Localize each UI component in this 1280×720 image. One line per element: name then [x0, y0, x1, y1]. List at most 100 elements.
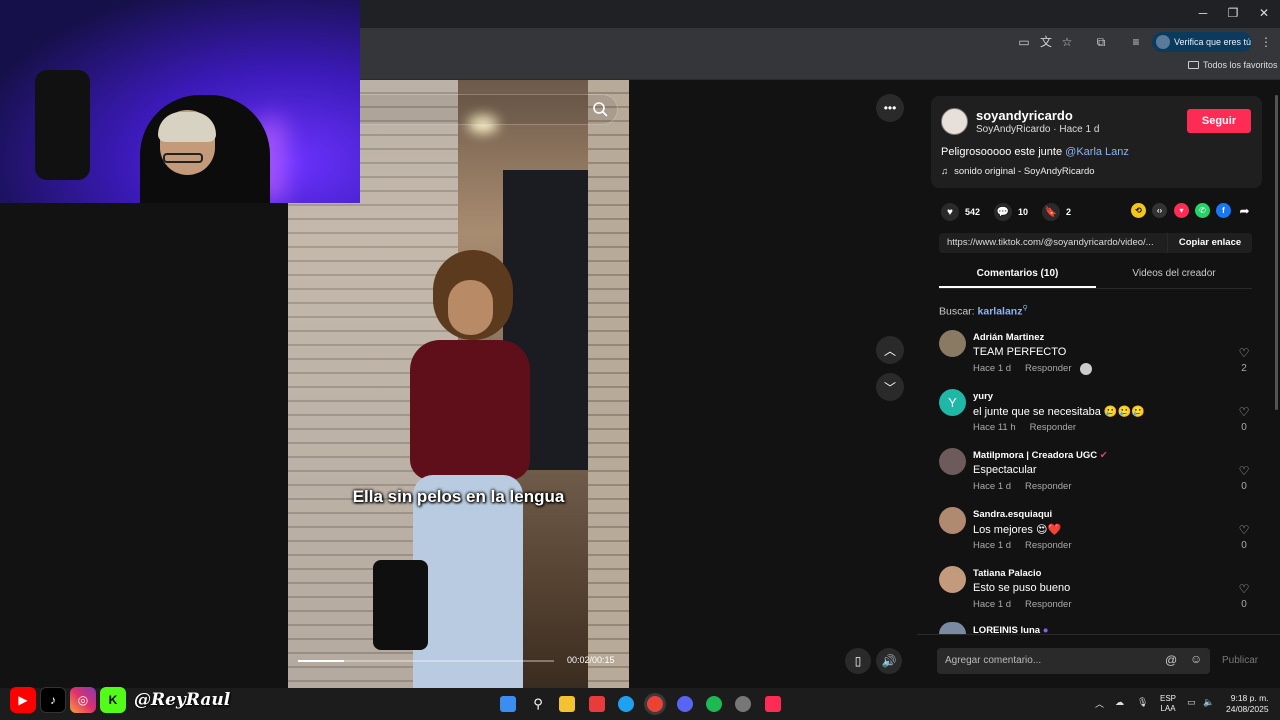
- video-progress-fill: [298, 660, 345, 662]
- comment-author[interactable]: Matilpmora | Creadora UGC ✔: [973, 450, 1108, 461]
- creator-avatar[interactable]: [941, 108, 968, 135]
- volume-button[interactable]: 🔊: [876, 648, 902, 674]
- reply-button[interactable]: Responder: [1025, 363, 1071, 374]
- microphone-icon[interactable]: 🎙: [1137, 697, 1148, 708]
- comment-count: 10: [1018, 207, 1029, 217]
- copy-link-button[interactable]: Copiar enlace: [1167, 233, 1252, 253]
- post-comment-button[interactable]: Publicar: [1222, 655, 1258, 666]
- search-taskbar-icon[interactable]: ⚲: [530, 696, 546, 712]
- comment-text: Esto se puso bueno: [973, 582, 1071, 594]
- embed-icon[interactable]: ‹›: [1152, 203, 1167, 218]
- like-stat[interactable]: ♥ 542: [941, 203, 980, 221]
- search-icon[interactable]: [592, 101, 608, 117]
- language-indicator[interactable]: ESP LAA: [1160, 694, 1176, 714]
- menu-dots-icon[interactable]: ⋮: [1257, 33, 1275, 51]
- comment-avatar[interactable]: [939, 507, 966, 534]
- comment-meta: Hace 1 d Responder: [973, 540, 1072, 551]
- comment-time: Hace 1 d: [973, 481, 1012, 492]
- network-tray-icon[interactable]: ☁: [1115, 697, 1124, 708]
- comment-author[interactable]: LOREINIS luna ●: [973, 622, 1048, 634]
- comment-author[interactable]: Adrián Martinez: [973, 332, 1044, 343]
- verify-label: Verifica que eres tú: [1174, 37, 1252, 47]
- app-gray-icon[interactable]: [735, 696, 751, 712]
- comment-text: el junte que se necesitaba 🥲🥲🥲: [973, 406, 1145, 418]
- description-text: Peligrosooooo este junte: [941, 146, 1066, 158]
- comment-author[interactable]: Tatiana Palacio: [973, 568, 1041, 579]
- description-mention[interactable]: @Karla Lanz: [1065, 146, 1129, 158]
- comment-like-icon[interactable]: ♡: [1237, 524, 1251, 536]
- comment-like-icon[interactable]: ♡: [1237, 406, 1251, 418]
- whatsapp-icon[interactable]: ✆: [1195, 203, 1210, 218]
- comment-author-name: LOREINIS luna: [973, 625, 1041, 634]
- search-keyword[interactable]: karlalanz: [978, 306, 1023, 318]
- tab-creator-videos[interactable]: Videos del creador: [1096, 268, 1252, 279]
- minimize-button[interactable]: ─: [1188, 4, 1218, 22]
- share-link-url[interactable]: https://www.tiktok.com/@soyandyricardo/v…: [947, 237, 1162, 248]
- taskbar-clock[interactable]: 9:18 p. m. 24/08/2025: [1226, 693, 1269, 715]
- reply-button[interactable]: Responder: [1025, 540, 1071, 551]
- follow-button[interactable]: Seguir: [1187, 109, 1251, 133]
- tray-overflow-icon[interactable]: ︿: [1095, 697, 1104, 710]
- facebook-icon[interactable]: f: [1216, 203, 1231, 218]
- comment-like-icon[interactable]: ♡: [1237, 465, 1251, 477]
- comment-avatar[interactable]: [939, 448, 966, 475]
- chrome-icon[interactable]: [647, 696, 663, 712]
- creator-username[interactable]: soyandyricardo: [976, 108, 1073, 123]
- like-count: 542: [965, 207, 981, 217]
- reading-list-icon[interactable]: ≡: [1127, 33, 1145, 51]
- edge-icon[interactable]: [618, 696, 634, 712]
- windows-start-icon[interactable]: [500, 696, 516, 712]
- comment-like-icon[interactable]: ♡: [1237, 347, 1251, 359]
- extensions-icon[interactable]: ⧉: [1092, 33, 1110, 51]
- folder-icon: [1188, 61, 1199, 69]
- comment-avatar[interactable]: [939, 330, 966, 357]
- more-options-button[interactable]: •••: [876, 94, 904, 122]
- comments-scrollbar[interactable]: [1275, 95, 1278, 410]
- reply-button[interactable]: Responder: [1030, 422, 1076, 433]
- mention-icon[interactable]: @: [1165, 653, 1177, 667]
- repost-icon[interactable]: ⟲: [1131, 203, 1146, 218]
- tab-comments[interactable]: Comentarios (10): [939, 268, 1096, 279]
- file-explorer-icon[interactable]: [559, 696, 575, 712]
- sound-link[interactable]: ♫ sonido original - SoyAndyRicardo: [941, 166, 1095, 177]
- star-icon[interactable]: ☆: [1058, 33, 1076, 51]
- send-icon[interactable]: ▾: [1174, 203, 1189, 218]
- comment-input-placeholder: Agregar comentario...: [945, 655, 1042, 666]
- comment-meta: Hace 11 h Responder: [973, 422, 1076, 433]
- search-label: Buscar:: [939, 305, 978, 318]
- reply-button[interactable]: Responder: [1025, 481, 1071, 492]
- translate-icon[interactable]: 文: [1037, 33, 1055, 51]
- discord-icon[interactable]: [677, 696, 693, 712]
- tiktok-taskbar-icon[interactable]: [765, 696, 781, 712]
- spotify-icon[interactable]: [706, 696, 722, 712]
- maximize-button[interactable]: ❐: [1218, 4, 1248, 22]
- bookmarks-folder[interactable]: Todos los favoritos: [1188, 60, 1278, 70]
- next-video-button[interactable]: ﹀: [876, 373, 904, 401]
- tiktok-search-input[interactable]: [360, 94, 618, 125]
- app-red-icon[interactable]: [589, 696, 605, 712]
- comment-avatar[interactable]: [939, 566, 966, 593]
- sound-label: sonido original - SoyAndyRicardo: [954, 166, 1095, 177]
- comment-like-icon[interactable]: ♡: [1237, 583, 1251, 595]
- miniplayer-button[interactable]: ▯: [845, 648, 871, 674]
- cast-icon[interactable]: ▭: [1015, 33, 1033, 51]
- language-bottom: LAA: [1160, 704, 1176, 713]
- comment-stat[interactable]: 💬 10: [994, 203, 1028, 221]
- webcam-chair: [35, 70, 90, 180]
- verify-profile-button[interactable]: Verifica que eres tú: [1152, 32, 1252, 52]
- comment-avatar[interactable]: Y: [939, 389, 966, 416]
- comment-like-count: 0: [1241, 422, 1247, 433]
- display-icon[interactable]: ▭: [1187, 697, 1196, 708]
- previous-video-button[interactable]: ︿: [876, 336, 904, 364]
- emoji-icon[interactable]: ☺: [1190, 652, 1202, 666]
- share-arrow-icon[interactable]: ➦: [1237, 203, 1252, 218]
- speaker-icon[interactable]: 🔈: [1203, 697, 1214, 708]
- comment-search-suggestion[interactable]: Buscar: karlalanz⚲: [939, 304, 1028, 318]
- close-button[interactable]: ✕: [1249, 4, 1279, 22]
- webcam-cap: [158, 112, 216, 142]
- save-stat[interactable]: 🔖 2: [1042, 203, 1071, 221]
- video-caption: Ella sin pelos en la lengua: [352, 487, 565, 506]
- reply-button[interactable]: Responder: [1025, 599, 1071, 610]
- comment-author[interactable]: yury: [973, 391, 993, 402]
- comment-author[interactable]: Sandra.esquiaqui: [973, 509, 1052, 520]
